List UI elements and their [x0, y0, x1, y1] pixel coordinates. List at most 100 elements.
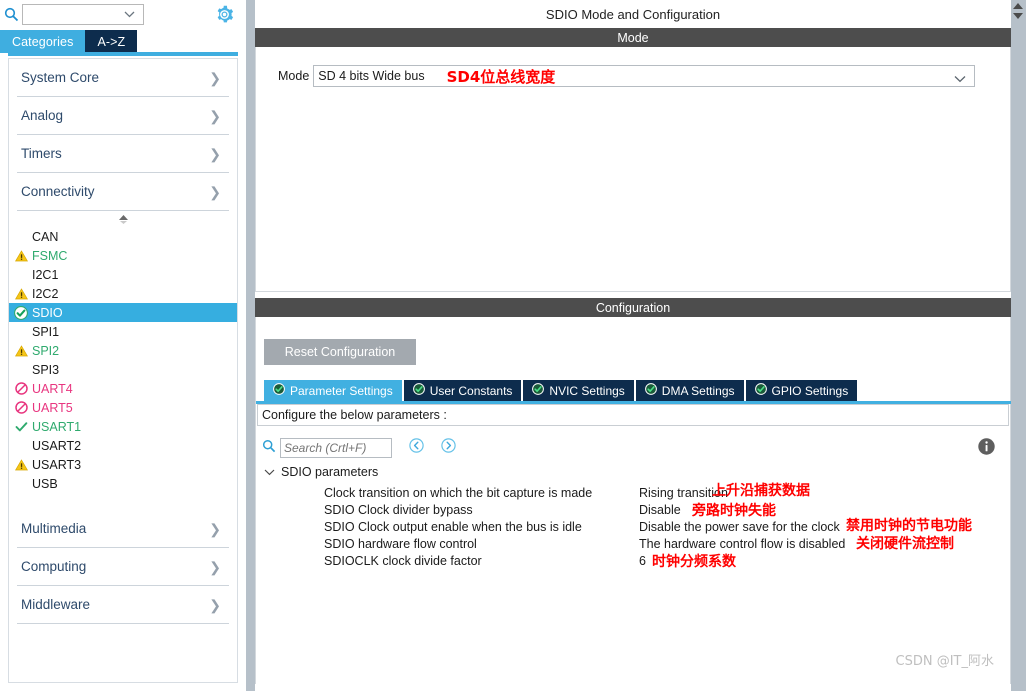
sidebar-group-middleware[interactable]: Middleware ❯ [17, 586, 229, 624]
check-circle-icon [644, 383, 657, 398]
peripheral-item-spi2[interactable]: SPI2 [9, 341, 237, 360]
parameter-annotation: 时钟分频系数 [652, 554, 736, 570]
sidebar-group-system-core[interactable]: System Core ❯ [17, 59, 229, 97]
peripheral-item-can[interactable]: CAN [9, 227, 237, 246]
search-previous-icon[interactable] [409, 438, 424, 458]
tab-nvic-settings[interactable]: NVIC Settings [523, 380, 634, 401]
tab-dma-settings[interactable]: DMA Settings [635, 380, 744, 401]
search-icon [0, 7, 22, 22]
search-combobox[interactable] [22, 3, 144, 25]
sidebar-group-computing[interactable]: Computing ❯ [17, 548, 229, 586]
sidebar-group-connectivity[interactable]: Connectivity ❯ [17, 173, 229, 211]
chevron-down-icon [124, 5, 135, 23]
parameter-value[interactable]: Disable [639, 503, 681, 517]
parameter-search-box[interactable] [280, 438, 392, 458]
chevron-down-icon [264, 465, 275, 479]
peripheral-label: I2C2 [32, 286, 59, 301]
sidebar-group-label: Computing [21, 559, 87, 574]
peripheral-item-i2c2[interactable]: I2C2 [9, 284, 237, 303]
chevron-down-icon: ❯ [209, 183, 221, 200]
peripheral-item-spi3[interactable]: SPI3 [9, 360, 237, 379]
parameter-annotation: 旁路时钟失能 [692, 503, 776, 519]
sidebar-group-label: Multimedia [21, 521, 87, 536]
tab-label: GPIO Settings [771, 383, 849, 398]
peripheral-item-usart3[interactable]: USART3 [9, 455, 237, 474]
configuration-body: Reset Configuration Parameter Settings U… [255, 317, 1012, 684]
tab-a-to-z[interactable]: A->Z [85, 30, 138, 53]
search-next-icon[interactable] [441, 438, 456, 458]
tab-user-constants[interactable]: User Constants [403, 380, 522, 401]
parameter-annotation: 上升沿捕获数据 [712, 483, 810, 499]
sidebar-group-label: Timers [21, 146, 62, 161]
table-row[interactable]: SDIOCLK clock divide factor 6 时钟分频系数 [256, 552, 1008, 571]
scroll-up-icon[interactable] [1013, 3, 1023, 9]
status-none-icon [13, 363, 29, 377]
search-icon [262, 439, 276, 458]
tab-categories[interactable]: Categories [0, 30, 86, 53]
forbidden-icon [13, 401, 29, 415]
sidebar-group-label: Connectivity [21, 184, 95, 199]
status-none-icon [13, 325, 29, 339]
peripheral-item-uart4[interactable]: UART4 [9, 379, 237, 398]
peripheral-item-usb[interactable]: USB [9, 474, 237, 493]
table-row[interactable]: SDIO hardware flow control The hardware … [256, 535, 1008, 552]
mode-row: Mode SD 4 bits Wide bus SD4位总线宽度 [256, 65, 1010, 87]
status-none-icon [13, 230, 29, 244]
parameter-search-input[interactable] [281, 439, 391, 457]
peripheral-label: USB [32, 476, 58, 491]
tab-gpio-settings[interactable]: GPIO Settings [745, 380, 858, 401]
peripheral-item-usart2[interactable]: USART2 [9, 436, 237, 455]
parameter-name: SDIOCLK clock divide factor [324, 553, 482, 568]
parameter-search-row [262, 435, 1006, 461]
sidebar-group-analog[interactable]: Analog ❯ [17, 97, 229, 135]
peripheral-label: SPI1 [32, 324, 60, 339]
parameter-value[interactable]: Disable the power save for the clock [639, 520, 840, 534]
peripheral-item-usart1[interactable]: USART1 [9, 417, 237, 436]
chevron-right-icon: ❯ [209, 558, 221, 575]
parameter-annotation: 关闭硬件流控制 [856, 536, 954, 552]
peripheral-label: UART5 [32, 400, 73, 415]
warning-triangle-icon [13, 287, 29, 301]
chevron-right-icon: ❯ [209, 69, 221, 86]
scroll-down-icon[interactable] [1013, 13, 1023, 19]
watermark: CSDN @IT_阿水 [895, 654, 994, 669]
warning-triangle-icon [13, 249, 29, 263]
peripheral-label: CAN [32, 229, 59, 244]
info-icon[interactable] [977, 437, 996, 461]
table-row[interactable]: Clock transition on which the bit captur… [256, 483, 1008, 501]
parameter-name: SDIO Clock divider bypass [324, 502, 473, 517]
reset-configuration-button[interactable]: Reset Configuration [264, 339, 416, 365]
parameter-value[interactable]: 6 [639, 554, 646, 568]
window-scrollbar[interactable] [1011, 0, 1026, 691]
gear-icon[interactable] [214, 4, 234, 24]
panel-splitter[interactable] [246, 0, 255, 691]
peripheral-item-sdio[interactable]: SDIO [9, 303, 237, 322]
sidebar-group-label: System Core [21, 70, 100, 85]
peripheral-item-i2c1[interactable]: I2C1 [9, 265, 237, 284]
mode-annotation: SD4位总线宽度 [446, 67, 556, 86]
chevron-right-icon: ❯ [209, 107, 221, 124]
check-circle-icon [532, 383, 545, 398]
mode-section-body: Mode SD 4 bits Wide bus SD4位总线宽度 [255, 47, 1011, 292]
chevron-down-icon [954, 70, 966, 88]
peripheral-item-fsmc[interactable]: FSMC [9, 246, 237, 265]
peripheral-item-spi1[interactable]: SPI1 [9, 322, 237, 341]
sidebar-group-timers[interactable]: Timers ❯ [17, 135, 229, 173]
configuration-section: Configuration Reset Configuration Parame… [255, 298, 1012, 684]
status-none-icon [13, 477, 29, 491]
status-none-icon [13, 268, 29, 282]
parameter-table: Clock transition on which the bit captur… [256, 483, 1008, 571]
mode-select[interactable]: SD 4 bits Wide bus SD4位总线宽度 [313, 65, 975, 87]
tab-label: DMA Settings [661, 383, 735, 398]
sidebar-group-label: Analog [21, 108, 64, 123]
mode-section-header: Mode [255, 28, 1011, 47]
chevron-right-icon: ❯ [209, 520, 221, 537]
peripheral-item-uart5[interactable]: UART5 [9, 398, 237, 417]
tree-root-sdio-parameters[interactable]: SDIO parameters [264, 465, 378, 479]
list-scroll-up-indicator[interactable] [9, 211, 237, 227]
sidebar-group-multimedia[interactable]: Multimedia ❯ [17, 510, 229, 548]
tab-parameter-settings[interactable]: Parameter Settings [264, 380, 402, 401]
parameter-value[interactable]: The hardware control flow is disabled [639, 537, 845, 551]
tab-label: User Constants [429, 383, 513, 398]
cubemx-window: Categories A->Z System Core ❯ Analog ❯ T… [0, 0, 1026, 691]
